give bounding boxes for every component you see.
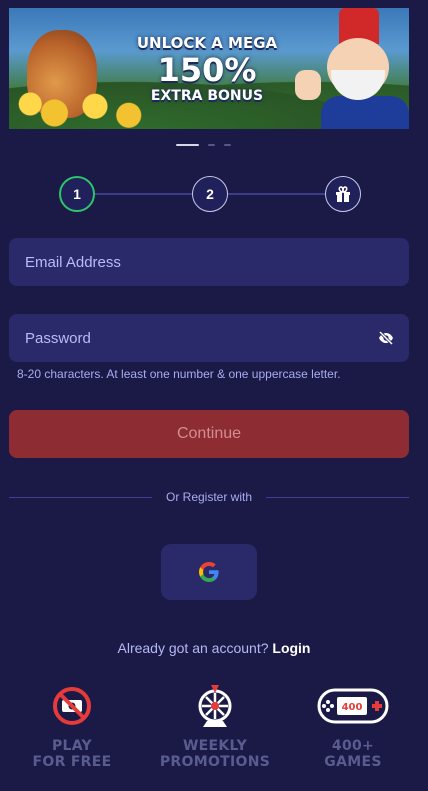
divider-text: Or Register with bbox=[165, 490, 253, 504]
eye-off-icon[interactable] bbox=[378, 330, 394, 346]
feature-label-line1: PLAY bbox=[51, 738, 92, 754]
feature-play-for-free: PLAY FOR FREE bbox=[7, 684, 137, 770]
login-link[interactable]: Login bbox=[272, 640, 310, 656]
mascot-suit bbox=[321, 96, 409, 129]
banner-line2: 150% bbox=[157, 51, 257, 89]
google-register-button[interactable] bbox=[161, 544, 257, 600]
no-cash-icon bbox=[53, 687, 91, 725]
email-field[interactable]: Email Address bbox=[9, 238, 409, 286]
password-hint: 8-20 characters. At least one number & o… bbox=[17, 367, 341, 381]
login-prompt-text: Already got an account? bbox=[117, 640, 269, 656]
stepper-connector bbox=[95, 193, 192, 195]
gamepad-icon: 400 bbox=[317, 688, 389, 724]
password-placeholder: Password bbox=[25, 329, 91, 347]
registration-stepper: 1 2 bbox=[59, 176, 361, 212]
carousel-indicators bbox=[176, 144, 231, 146]
email-placeholder: Email Address bbox=[25, 253, 121, 271]
feature-label-line1: 400+ bbox=[331, 738, 375, 754]
gift-icon bbox=[336, 186, 350, 202]
step-gift bbox=[325, 176, 361, 212]
stepper-connector bbox=[228, 193, 325, 195]
google-icon bbox=[199, 562, 219, 582]
continue-button[interactable]: Continue bbox=[9, 410, 409, 458]
feature-400-games: 400 400+ GAMES bbox=[288, 684, 418, 770]
banner-line3: EXTRA BONUS bbox=[150, 88, 264, 104]
feature-label-line2: GAMES bbox=[324, 754, 382, 770]
carousel-dot[interactable] bbox=[176, 144, 199, 146]
mascot-hand bbox=[295, 70, 321, 100]
register-divider: Or Register with bbox=[9, 489, 409, 507]
carousel-dot[interactable] bbox=[224, 144, 231, 146]
banner-line1: UNLOCK A MEGA bbox=[136, 34, 278, 52]
password-field[interactable]: Password bbox=[9, 314, 409, 362]
promo-banner[interactable]: UNLOCK A MEGA 150% EXTRA BONUS bbox=[9, 8, 409, 129]
step-1: 1 bbox=[59, 176, 95, 212]
feature-label-line2: FOR FREE bbox=[32, 754, 112, 770]
login-prompt: Already got an account? Login bbox=[0, 640, 428, 656]
prize-wheel-icon bbox=[198, 685, 232, 727]
feature-label-line2: PROMOTIONS bbox=[159, 754, 271, 770]
games-badge-text: 400 bbox=[342, 702, 363, 713]
banner-text: UNLOCK A MEGA 150% EXTRA BONUS bbox=[127, 34, 287, 104]
feature-label-line1: WEEKLY bbox=[182, 738, 248, 754]
feature-weekly-promotions: WEEKLY PROMOTIONS bbox=[150, 684, 280, 770]
step-2: 2 bbox=[192, 176, 228, 212]
carousel-dot[interactable] bbox=[208, 144, 215, 146]
